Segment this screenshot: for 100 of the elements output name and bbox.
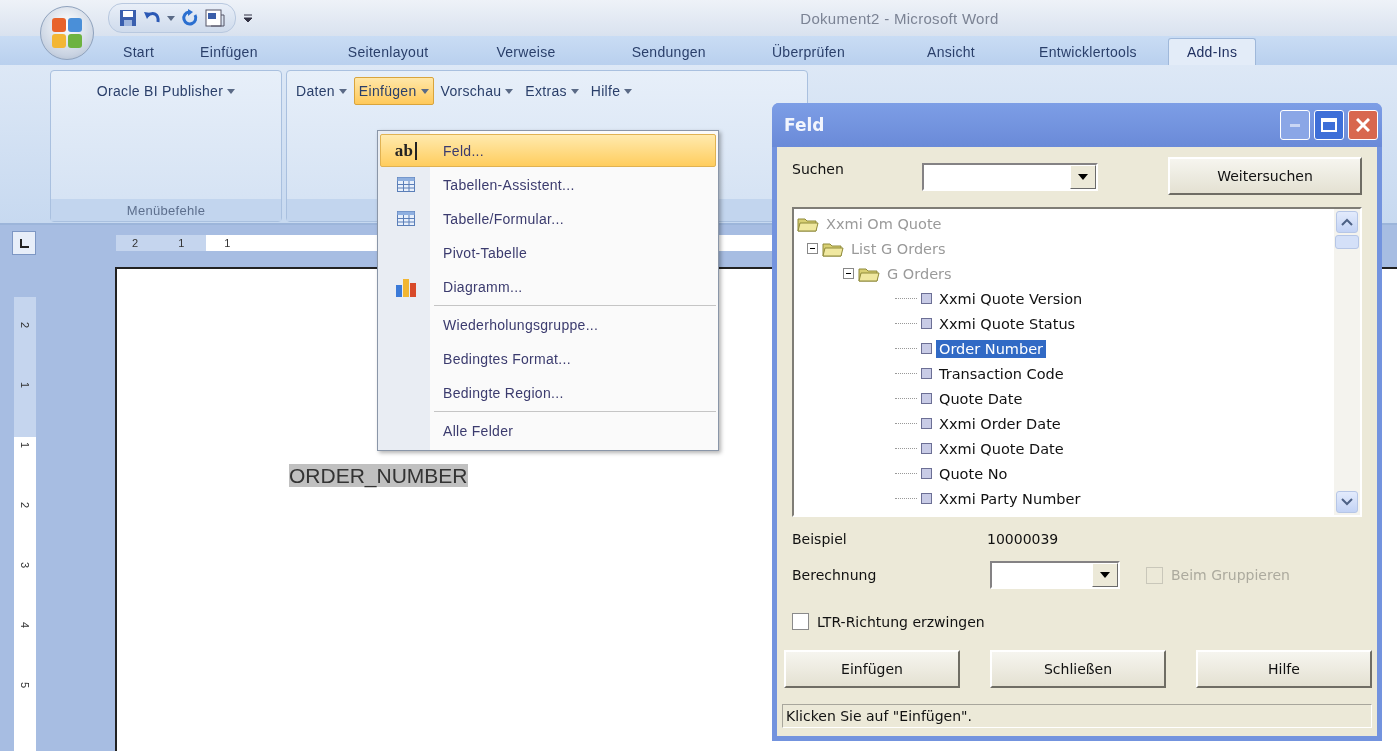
menu-button[interactable]: Hilfe (585, 77, 638, 105)
customize-menu-icon[interactable] (244, 14, 252, 22)
menu-button[interactable]: Vorschau (435, 77, 519, 105)
group-label: Menübefehle (51, 199, 281, 221)
ribbon-tab[interactable]: Seitenlayout (328, 38, 448, 65)
search-combo-box[interactable] (922, 163, 1098, 191)
collapse-icon[interactable] (807, 242, 818, 254)
menu-item[interactable]: Bedingte Region... (380, 376, 716, 409)
ruler-number: 1 (19, 381, 31, 389)
tree-item[interactable]: Xxmi Order Date (936, 414, 1064, 433)
logo-icon (50, 16, 84, 50)
menu-button[interactable]: Einfügen (353, 77, 434, 105)
dropdown-button[interactable] (1092, 563, 1118, 587)
ribbon-tab[interactable]: Entwicklertools (1020, 38, 1156, 65)
document-icon[interactable] (205, 9, 225, 27)
save-icon[interactable] (119, 9, 137, 27)
find-next-button[interactable]: Weitersuchen (1168, 157, 1362, 195)
caret-icon (420, 88, 429, 94)
field-icon (921, 293, 932, 304)
dropdown-button[interactable] (1070, 165, 1096, 189)
tab-selector[interactable] (12, 231, 36, 255)
example-value: 10000039 (987, 531, 1059, 547)
caret-icon (167, 15, 175, 21)
ruler-number: 2 (19, 501, 31, 509)
dropdown-arrow-icon (1078, 174, 1088, 180)
table-icon (397, 211, 415, 226)
scroll-up-button[interactable] (1336, 211, 1358, 233)
close-button[interactable] (1348, 110, 1378, 140)
example-label: Beispiel (792, 531, 848, 547)
field-icon (921, 318, 932, 329)
menu-item[interactable]: Alle Felder (380, 414, 716, 447)
menu-button[interactable]: Daten (291, 77, 352, 105)
maximize-icon (1321, 118, 1337, 132)
tree-item[interactable]: Xxmi Quote Date (936, 439, 1067, 458)
folder-icon (822, 240, 844, 257)
dialog-button[interactable]: Einfügen (784, 650, 960, 688)
ruler-number: 2 (132, 237, 139, 249)
dropdown-arrow-icon (1100, 572, 1110, 578)
tree-item[interactable]: Xxmi Quote Status (936, 314, 1079, 333)
minimize-button[interactable] (1280, 110, 1310, 140)
menu-button[interactable]: Extras (520, 77, 584, 105)
menu-item[interactable]: Tabellen-Assistent... (380, 168, 716, 201)
dialog-button[interactable]: Hilfe (1196, 650, 1372, 688)
caret-icon (227, 88, 236, 94)
ruler-number: 5 (19, 681, 31, 689)
caret-icon (570, 88, 579, 94)
field-icon (921, 468, 932, 479)
ribbon-tab[interactable]: Add-Ins (1167, 38, 1257, 65)
tree-item[interactable]: Quote No (936, 464, 1011, 483)
menu-item[interactable]: ab Feld... (380, 134, 716, 167)
ribbon-tab[interactable]: Sendungen (612, 38, 725, 65)
caret-icon (338, 88, 347, 94)
ruler-number: 3 (19, 561, 31, 569)
calculation-combo-box[interactable] (990, 561, 1120, 589)
checkbox-label: LTR-Richtung erzwingen (817, 613, 985, 630)
ribbon-tab[interactable]: Start (104, 38, 174, 65)
left-tab-icon (19, 238, 29, 248)
folder-icon (858, 265, 880, 282)
table-icon (397, 177, 415, 192)
tree-item[interactable]: Order Number (936, 339, 1047, 358)
dialog-button[interactable]: Schließen (990, 650, 1166, 688)
menu-button[interactable]: Oracle BI Publisher (91, 77, 241, 105)
menu-item[interactable]: Wiederholungsgruppe... (380, 308, 716, 341)
caret-icon (624, 88, 633, 94)
menu-item[interactable]: Bedingtes Format... (380, 342, 716, 375)
field-placeholder[interactable]: ORDER_NUMBER (289, 464, 468, 487)
redo-icon[interactable] (181, 9, 199, 27)
ruler-number: 2 (19, 321, 31, 329)
field-icon (921, 443, 932, 454)
tree-item[interactable]: Transaction Code (936, 364, 1067, 383)
checkbox[interactable] (792, 613, 809, 630)
ruler-number: 1 (224, 237, 231, 249)
menu-item[interactable]: Tabelle/Formular... (380, 202, 716, 235)
caret-icon (505, 88, 514, 94)
field-icon (921, 418, 932, 429)
dialog-title: Feld (784, 115, 826, 135)
field-icon (921, 393, 932, 404)
scrollbar[interactable] (1334, 209, 1360, 515)
ribbon-tab[interactable]: Überprüfen (752, 38, 864, 65)
scroll-thumb[interactable] (1335, 235, 1359, 249)
maximize-button[interactable] (1314, 110, 1344, 140)
calculation-label: Berechnung (792, 567, 878, 583)
collapse-icon[interactable] (843, 267, 854, 279)
tree-item[interactable]: Xxmi Quote Version (936, 289, 1086, 308)
ribbon-tab[interactable]: Einfügen (181, 38, 277, 65)
menu-item[interactable]: Diagramm... (380, 270, 716, 303)
tree-item[interactable]: Quote Date (936, 389, 1026, 408)
ribbon-tab[interactable]: Ansicht (908, 38, 994, 65)
window-title: Dokument2 - Microsoft Word (799, 9, 1000, 27)
search-label: Suchen (792, 161, 845, 177)
ruler-number: 1 (178, 237, 185, 249)
tree-item[interactable]: Xxmi Party Number (936, 489, 1084, 508)
chevron-up-icon (1341, 218, 1353, 226)
scroll-down-button[interactable] (1336, 491, 1358, 513)
ribbon-tab[interactable]: Verweise (477, 38, 575, 65)
menu-item[interactable]: Pivot-Tabelle (380, 236, 716, 269)
field-icon (921, 493, 932, 504)
vertical-ruler[interactable]: 2 1 1 2 3 4 5 (14, 297, 36, 751)
field-icon (921, 368, 932, 379)
chevron-down-icon (1341, 498, 1353, 506)
